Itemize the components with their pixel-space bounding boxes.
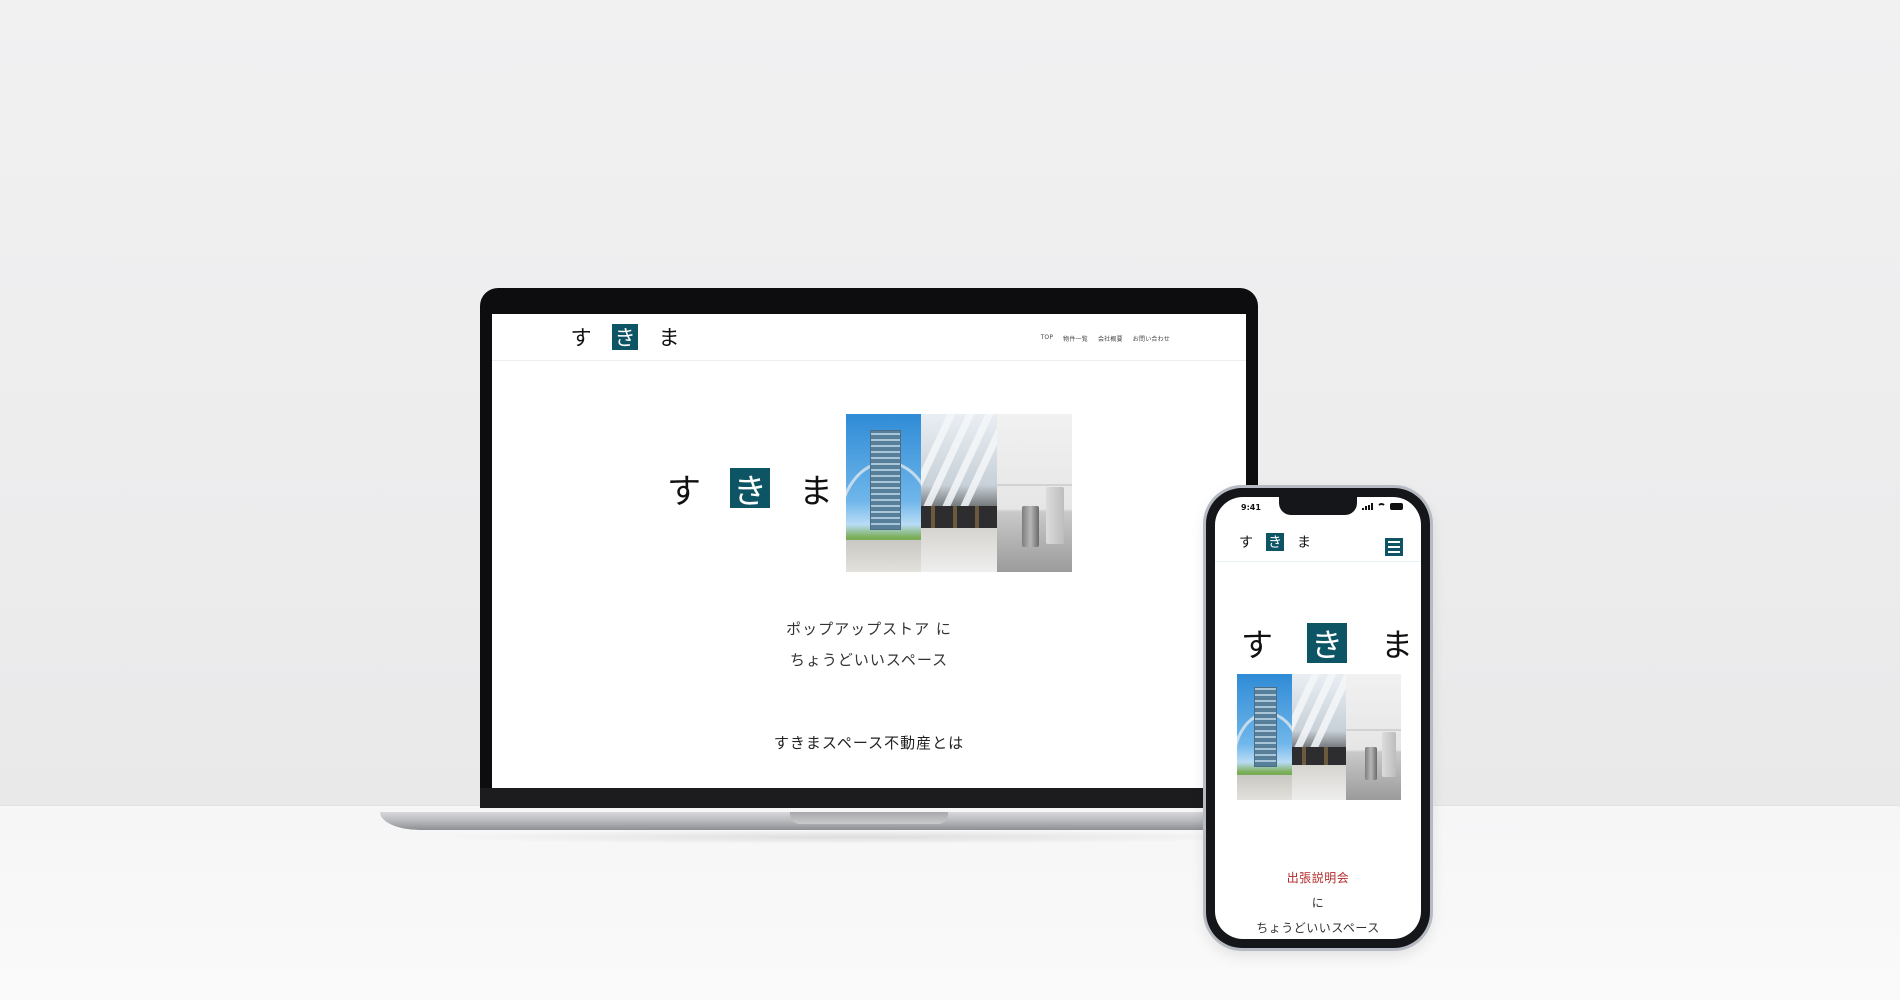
signal-icon (1362, 503, 1373, 510)
nav-item-top[interactable]: TOP (1041, 334, 1054, 343)
phone-mockup: 9:41 す き ま す き ま 出張説明会 に ちょうどいいスペース (1206, 488, 1430, 948)
laptop-mockup: す き ま TOP 物件一覧 会社概要 お問い合わせ す き ま ポップアップス… (480, 288, 1258, 808)
laptop-shadow (420, 830, 1280, 844)
phone-screen: 9:41 す き ま す き ま 出張説明会 に ちょうどいいスペース (1215, 497, 1421, 939)
mobile-hero-logo: す き ま (1237, 623, 1421, 664)
phone-notch (1279, 497, 1357, 515)
battery-icon (1390, 503, 1403, 510)
mobile-photo-collage (1237, 674, 1401, 800)
laptop-bezel-bottom (480, 788, 1258, 808)
hamburger-menu-icon[interactable] (1385, 538, 1403, 556)
mobile-tag-highlight: 出張説明会 (1286, 871, 1350, 885)
mobile-logo-char-ki: き (1266, 533, 1284, 551)
wifi-icon (1377, 503, 1386, 510)
nav-item-company[interactable]: 会社概要 (1098, 334, 1123, 343)
mobile-tag-particle: に (1311, 896, 1325, 910)
mobile-photo-station (1291, 674, 1347, 800)
photo-station-concourse (921, 414, 997, 572)
tagline-line-2: ちょうどいいスペース (789, 651, 949, 669)
laptop-screen: す き ま TOP 物件一覧 会社概要 お問い合わせ す き ま ポップアップス… (492, 314, 1246, 788)
status-icons (1362, 503, 1403, 510)
hero-logo-char-ma: ま (799, 471, 833, 512)
mobile-logo-char-su: す (1239, 535, 1253, 551)
nav-item-contact[interactable]: お問い合わせ (1133, 334, 1170, 343)
logo-char-su: す (570, 326, 592, 350)
mobile-photo-tower-park (1237, 674, 1292, 800)
mobile-header: す き ま (1215, 527, 1421, 562)
nav-item-properties[interactable]: 物件一覧 (1063, 334, 1088, 343)
photo-restroom (996, 414, 1072, 572)
hero-logo-char-su: す (667, 471, 701, 512)
hero-tagline: ポップアップストア に ちょうどいいスペース (492, 614, 1246, 676)
mobile-hero-char-ki: き (1307, 623, 1347, 664)
laptop-opening-notch (790, 812, 948, 824)
hero-section: す き ま (492, 414, 1246, 572)
status-time: 9:41 (1241, 503, 1261, 512)
photo-tower-park (846, 414, 922, 572)
mobile-hero-char-ma: ま (1380, 626, 1413, 664)
logo-char-ki: き (612, 324, 638, 350)
hero-logo-char-ki: き (730, 468, 770, 512)
site-header: す き ま TOP 物件一覧 会社概要 お問い合わせ (492, 314, 1246, 361)
tagline-line-1: ポップアップストア に (786, 620, 952, 638)
mobile-logo-char-ma: ま (1297, 535, 1311, 551)
site-logo[interactable]: す き ま (568, 324, 700, 350)
logo-char-ma: ま (658, 326, 680, 350)
hero-photo-collage (846, 414, 1072, 572)
mobile-photo-restroom (1346, 674, 1401, 800)
hero-logo: す き ま (664, 468, 862, 512)
mobile-hero-char-su: す (1240, 626, 1273, 664)
mobile-logo[interactable]: す き ま (1237, 533, 1324, 551)
mobile-tag-rest: ちょうどいいスペース (1256, 921, 1380, 935)
section-title: すきまスペース不動産とは (773, 734, 965, 752)
global-nav: TOP 物件一覧 会社概要 お問い合わせ (1041, 334, 1170, 343)
